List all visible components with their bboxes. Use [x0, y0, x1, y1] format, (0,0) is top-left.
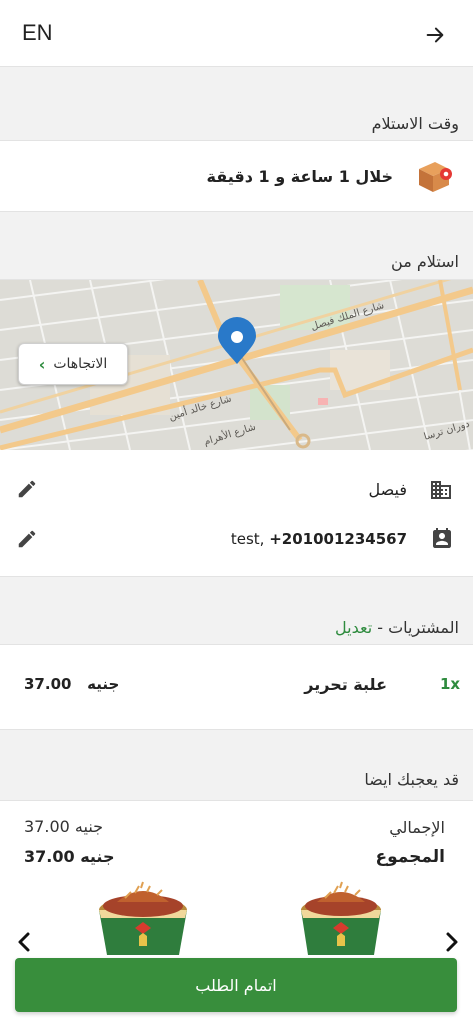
edit-branch-icon[interactable]: [16, 478, 38, 500]
contact-phone: +201001234567: [269, 530, 407, 548]
divider: [0, 576, 473, 577]
language-toggle[interactable]: EN: [22, 20, 53, 46]
purchases-title: المشتريات: [388, 618, 459, 637]
pickup-time-title: وقت الاستلام: [371, 114, 459, 133]
checkout-label: اتمام الطلب: [195, 975, 277, 995]
carousel-next-icon[interactable]: [444, 931, 460, 953]
directions-label: الاتجاهات: [53, 356, 108, 372]
total-amount: جنيه 37.00: [24, 817, 103, 836]
sum-currency: جنيه: [80, 847, 115, 866]
directions-button[interactable]: ‹ الاتجاهات: [18, 343, 128, 385]
purchases-header: المشتريات - تعديل: [335, 618, 459, 637]
contact-info: test, +201001234567: [231, 530, 407, 548]
sum-label: المجموع: [375, 847, 445, 867]
divider: [0, 729, 473, 730]
divider: [0, 66, 473, 67]
carousel-prev-icon[interactable]: [16, 931, 32, 953]
pickup-from-title: استلام من: [391, 252, 459, 271]
contact-name: test,: [230, 530, 265, 548]
item-price: جنيه 37.00: [24, 675, 119, 693]
sum-value: 37.00: [24, 847, 75, 866]
suggestions-carousel: [0, 879, 473, 959]
total-label: الإجمالي: [389, 818, 445, 837]
divider: [0, 211, 473, 212]
item-price-value: 37.00: [24, 675, 72, 693]
item-quantity: 1x: [440, 675, 461, 693]
edit-purchases-link[interactable]: تعديل: [335, 618, 372, 637]
building-icon: [429, 478, 453, 502]
checkout-button[interactable]: اتمام الطلب: [15, 958, 457, 1012]
pickup-time-value: خلال 1 ساعة و 1 دقيقة: [206, 167, 393, 186]
contact-card-icon: [430, 527, 454, 551]
store-details: [0, 450, 473, 576]
chevron-left-icon: ‹: [38, 354, 46, 374]
item-currency: جنيه: [87, 675, 120, 693]
sum-amount: جنيه 37.00: [24, 847, 114, 866]
total-currency: جنيه: [74, 817, 104, 836]
product-image[interactable]: [95, 880, 191, 955]
header-bar: [0, 0, 473, 66]
title-separator: -: [372, 618, 389, 637]
edit-contact-icon[interactable]: [16, 528, 38, 550]
suggestions-title: قد يعجبك ايضا: [364, 770, 459, 789]
back-arrow-icon[interactable]: [424, 24, 446, 46]
order-summary: [0, 801, 473, 879]
total-value: 37.00: [24, 817, 70, 836]
package-icon: [415, 157, 455, 195]
branch-name: فيصل: [368, 480, 407, 499]
item-name: علبة تحرير: [304, 675, 387, 694]
product-image[interactable]: [298, 880, 384, 955]
